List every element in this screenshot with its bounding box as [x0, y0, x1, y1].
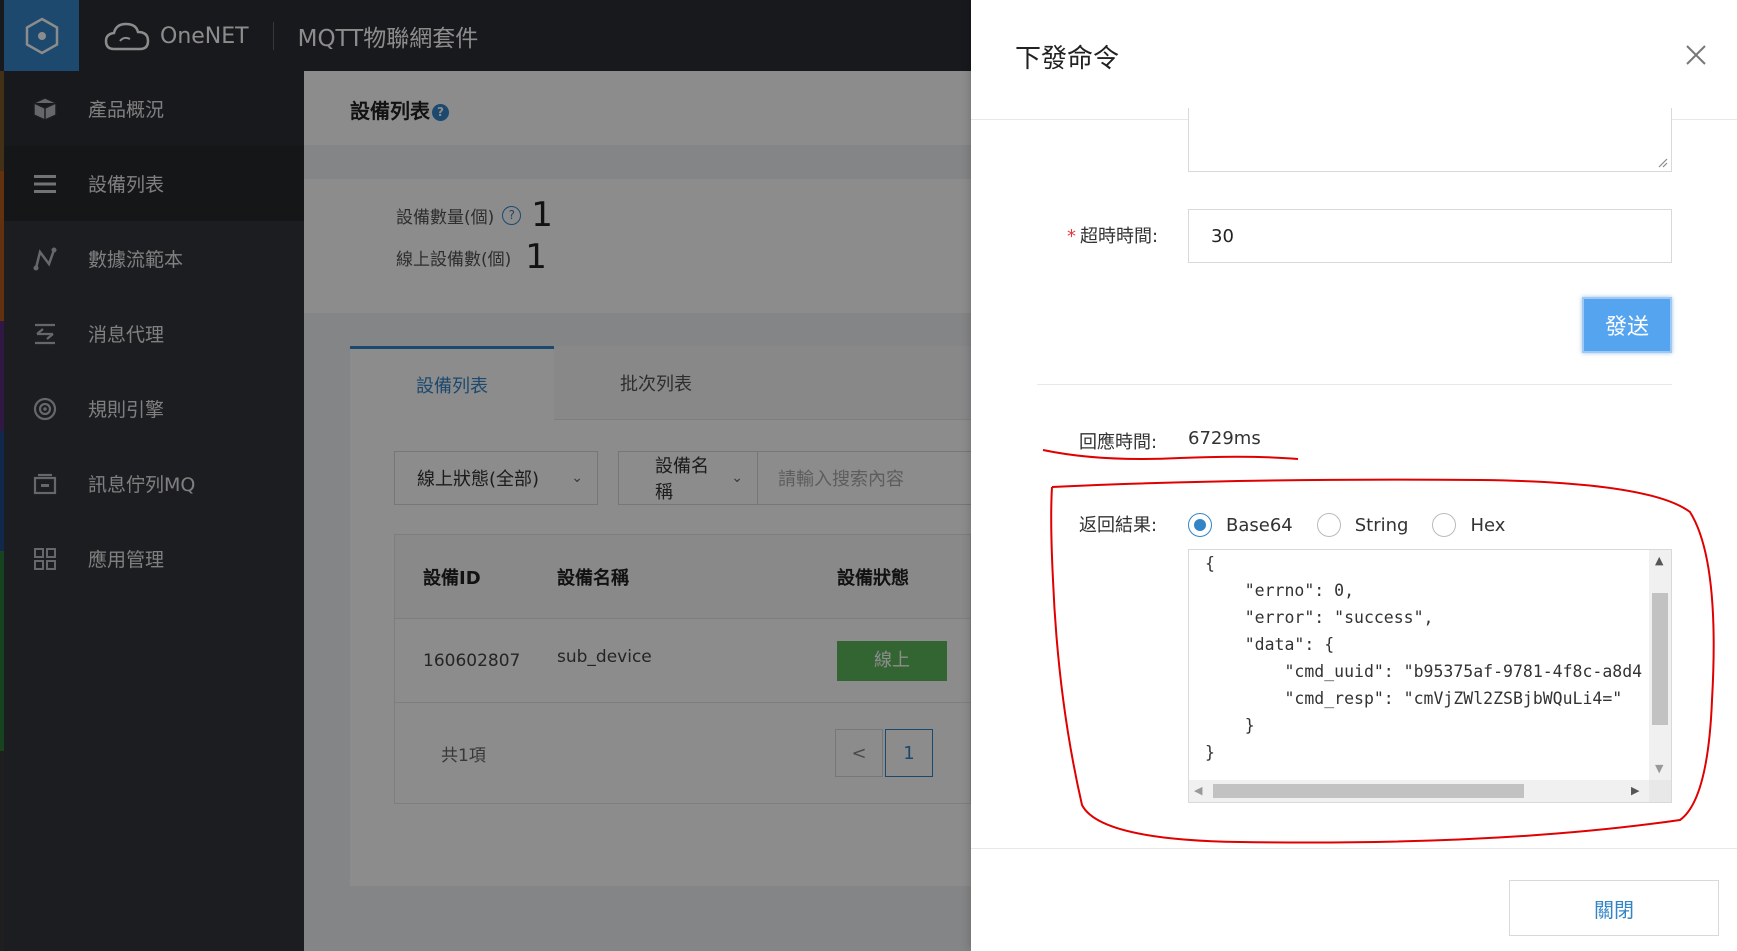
scroll-down-arrow-icon[interactable]: ▼	[1655, 762, 1663, 775]
divider	[1037, 384, 1672, 385]
result-label: 返回結果:	[1079, 515, 1158, 536]
resize-grip-icon[interactable]	[1656, 156, 1668, 168]
radio-string[interactable]	[1316, 513, 1341, 537]
send-command-drawer: 下發命令 * 超時時間: 30 發送 回應時間: 6729ms 返回結果: Bas…	[971, 0, 1737, 951]
modal-overlay[interactable]	[0, 0, 971, 951]
scrollbar-corner	[1649, 780, 1671, 802]
required-mark: *	[1067, 226, 1076, 247]
app-background: OneNET MQTT物聯網套件 產品概況 設備列表 數據流範本 消息代理 規則…	[0, 0, 971, 951]
scroll-left-arrow-icon[interactable]: ◀	[1194, 784, 1202, 797]
horizontal-scrollbar[interactable]: ◀ ▶	[1189, 780, 1651, 802]
radio-hex[interactable]	[1432, 513, 1457, 537]
drawer-header: 下發命令	[971, 0, 1737, 120]
scrollbar-thumb[interactable]	[1652, 593, 1668, 725]
drawer-footer: 關閉	[971, 848, 1737, 951]
vertical-scrollbar[interactable]: ▲ ▼	[1649, 550, 1671, 780]
response-time-label: 回應時間:	[1079, 432, 1158, 453]
close-button[interactable]: 關閉	[1509, 880, 1719, 936]
timeout-input[interactable]: 30	[1188, 209, 1672, 263]
scroll-up-arrow-icon[interactable]: ▲	[1655, 554, 1663, 567]
radio-label: String	[1354, 514, 1409, 536]
scroll-right-arrow-icon[interactable]: ▶	[1631, 784, 1639, 797]
command-textarea[interactable]	[1188, 108, 1672, 172]
radio-label: Base64	[1226, 514, 1293, 536]
timeout-label-text: 超時時間:	[1080, 226, 1159, 247]
format-radio-group: Base64 String Hex	[1188, 512, 1529, 538]
result-text: { "errno": 0, "error": "success", "data"…	[1205, 554, 1645, 762]
drawer-title: 下發命令	[1015, 44, 1120, 74]
send-button[interactable]: 發送	[1582, 297, 1672, 353]
response-time-value: 6729ms	[1188, 428, 1261, 449]
scrollbar-thumb[interactable]	[1213, 784, 1524, 798]
result-textarea[interactable]: { "errno": 0, "error": "success", "data"…	[1188, 549, 1672, 803]
radio-base64[interactable]	[1188, 513, 1212, 537]
close-icon[interactable]	[1683, 42, 1709, 68]
radio-label: Hex	[1470, 514, 1506, 536]
timeout-label: * 超時時間:	[1067, 222, 1158, 248]
